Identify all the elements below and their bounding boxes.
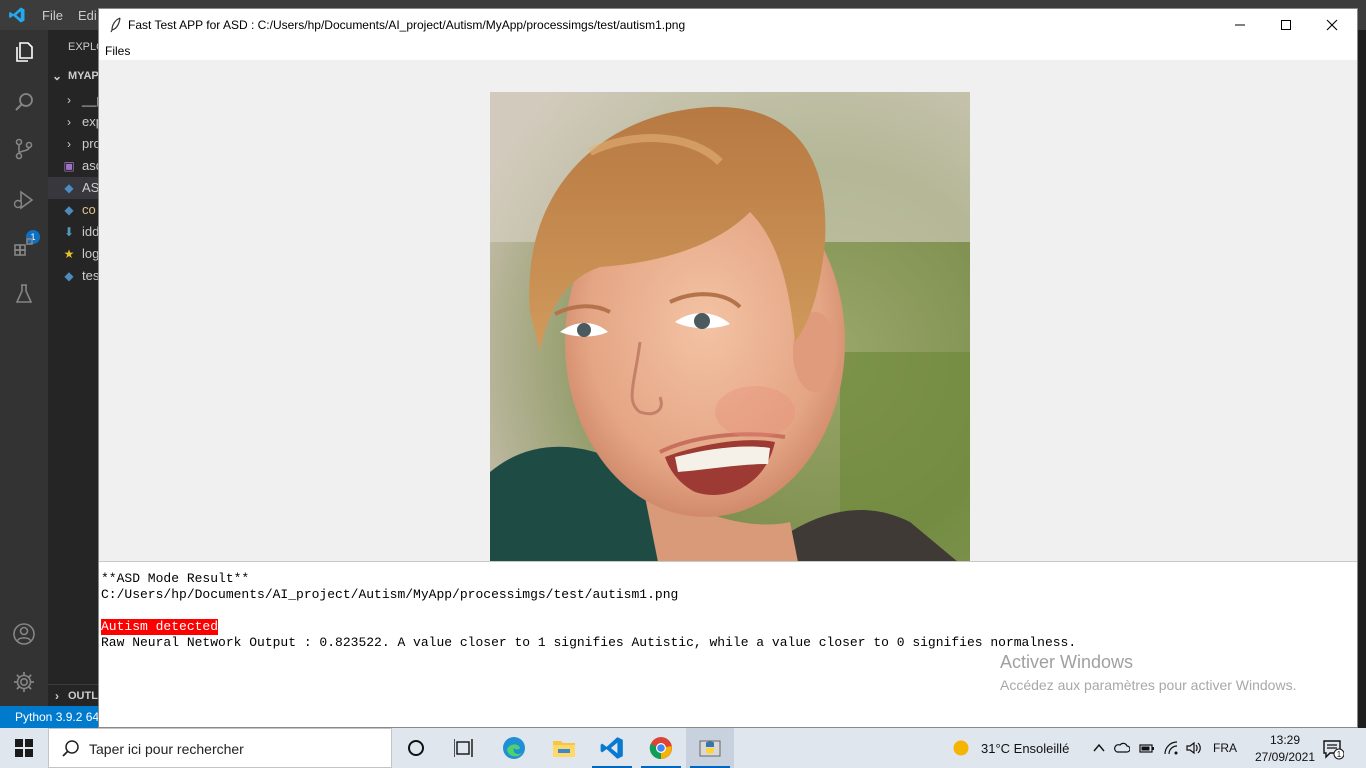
file-explorer-button[interactable] xyxy=(540,728,588,768)
battery-icon[interactable] xyxy=(1139,740,1155,756)
explorer-sidebar: EXPLO ⌄ MYAP › __p › exp › pro ▣ asd ◆ A… xyxy=(48,30,100,706)
chevron-right-icon: › xyxy=(55,689,59,703)
minimize-button[interactable] xyxy=(1217,9,1263,41)
maximize-button[interactable] xyxy=(1263,9,1309,41)
taskbar: Taper ici pour rechercher 31°C Ensoleill… xyxy=(0,728,1366,768)
app-titlebar: Fast Test APP for ASD : C:/Users/hp/Docu… xyxy=(99,9,1357,41)
cortana-icon xyxy=(408,740,424,756)
status-python-version[interactable]: Python 3.9.2 64 xyxy=(0,706,100,728)
result-label: Autism detected xyxy=(101,619,219,635)
result-panel[interactable]: **ASD Mode Result** C:/Users/hp/Document… xyxy=(99,561,1357,727)
sidebar-item-exp[interactable]: › exp xyxy=(48,111,100,133)
testing-icon[interactable] xyxy=(12,282,36,306)
sidebar-item-log[interactable]: ★ log xyxy=(48,243,100,265)
window-title: Fast Test APP for ASD : C:/Users/hp/Docu… xyxy=(128,18,686,32)
taskbar-search[interactable]: Taper ici pour rechercher xyxy=(48,728,392,768)
sidebar-item-pro[interactable]: › pro xyxy=(48,133,100,155)
cortana-button[interactable] xyxy=(392,728,440,768)
python-app-icon xyxy=(699,740,721,757)
run-debug-icon[interactable] xyxy=(12,188,36,212)
sidebar-item-asd[interactable]: ▣ asd xyxy=(48,155,100,177)
python-file-icon: ◆ xyxy=(64,269,74,283)
sidebar-item-co[interactable]: ◆ co xyxy=(48,199,100,221)
python-file-icon: ◆ xyxy=(64,181,74,195)
vscode-menu-edit[interactable]: Edi xyxy=(78,8,97,23)
explorer-icon[interactable] xyxy=(12,40,36,64)
feather-icon xyxy=(110,17,121,33)
source-control-icon[interactable] xyxy=(12,137,36,161)
weather-sun-icon xyxy=(953,740,969,756)
search-icon xyxy=(62,740,79,757)
image-file-icon: ▣ xyxy=(63,159,75,173)
clock-date[interactable]: 27/09/2021 xyxy=(1244,750,1326,764)
wifi-icon[interactable] xyxy=(1163,740,1179,756)
extensions-icon[interactable] xyxy=(12,235,36,259)
chevron-up-icon[interactable] xyxy=(1091,740,1107,756)
search-placeholder: Taper ici pour rechercher xyxy=(89,741,244,757)
start-button[interactable] xyxy=(0,728,48,768)
test-image xyxy=(490,92,970,572)
activate-windows-title: Activer Windows xyxy=(1000,652,1134,672)
volume-icon[interactable] xyxy=(1186,740,1202,756)
chrome-button[interactable] xyxy=(637,728,685,768)
result-detail: Raw Neural Network Output : 0.823522. A … xyxy=(101,635,1077,650)
minimize-icon xyxy=(1235,24,1245,26)
search-icon[interactable] xyxy=(12,90,36,114)
python-file-icon: ◆ xyxy=(64,203,74,217)
result-image-path: C:/Users/hp/Documents/AI_project/Autism/… xyxy=(101,587,679,602)
task-view-button[interactable] xyxy=(440,728,488,768)
task-view-icon xyxy=(454,739,473,757)
notification-center-icon[interactable]: 1 xyxy=(1322,738,1344,760)
notification-count: 1 xyxy=(1337,750,1342,759)
activity-bar: 1 xyxy=(0,30,48,706)
fast-test-app-window: Fast Test APP for ASD : C:/Users/hp/Docu… xyxy=(98,8,1358,728)
activate-windows-subtitle: Accédez aux paramètres pour activer Wind… xyxy=(1000,677,1297,693)
windows-logo-icon xyxy=(15,739,33,757)
file-explorer-icon xyxy=(553,741,575,757)
chevron-right-icon: › xyxy=(67,137,71,151)
weather-text[interactable]: 31°C Ensoleillé xyxy=(981,741,1069,756)
chrome-icon xyxy=(649,737,672,760)
onedrive-cloud-icon[interactable] xyxy=(1114,740,1130,756)
close-button[interactable] xyxy=(1309,9,1355,41)
maximize-icon xyxy=(1281,20,1291,30)
settings-gear-icon[interactable] xyxy=(12,670,36,694)
close-icon xyxy=(1326,19,1338,31)
edge-button[interactable] xyxy=(490,728,538,768)
sidebar-item-pycache[interactable]: › __p xyxy=(48,89,100,111)
sidebar-item-idd[interactable]: ⬇ idd xyxy=(48,221,100,243)
explorer-header: EXPLO xyxy=(68,41,100,53)
menu-files[interactable]: Files xyxy=(105,44,130,58)
outline-section[interactable]: › OUTLI xyxy=(48,684,100,706)
language-indicator[interactable]: FRA xyxy=(1213,741,1237,755)
star-file-icon: ★ xyxy=(63,247,75,261)
sidebar-item-tes[interactable]: ◆ tes xyxy=(48,265,100,287)
account-icon[interactable] xyxy=(12,622,36,646)
edge-icon xyxy=(503,737,525,759)
python-app-button[interactable] xyxy=(686,728,734,768)
sidebar-item-as[interactable]: ◆ AS xyxy=(48,177,100,199)
download-file-icon: ⬇ xyxy=(63,225,75,239)
chevron-right-icon: › xyxy=(67,93,71,107)
editor-gutter xyxy=(1358,30,1366,728)
vscode-button[interactable] xyxy=(588,728,636,768)
clock-time[interactable]: 13:29 xyxy=(1262,733,1308,747)
result-header: **ASD Mode Result** xyxy=(101,571,250,586)
vscode-menu-file[interactable]: File xyxy=(42,8,63,23)
vscode-icon xyxy=(600,737,623,759)
app-menubar: Files xyxy=(99,41,1357,60)
project-folder[interactable]: ⌄ MYAP xyxy=(48,65,100,87)
vscode-logo-icon xyxy=(9,7,25,23)
chevron-right-icon: › xyxy=(67,115,71,129)
